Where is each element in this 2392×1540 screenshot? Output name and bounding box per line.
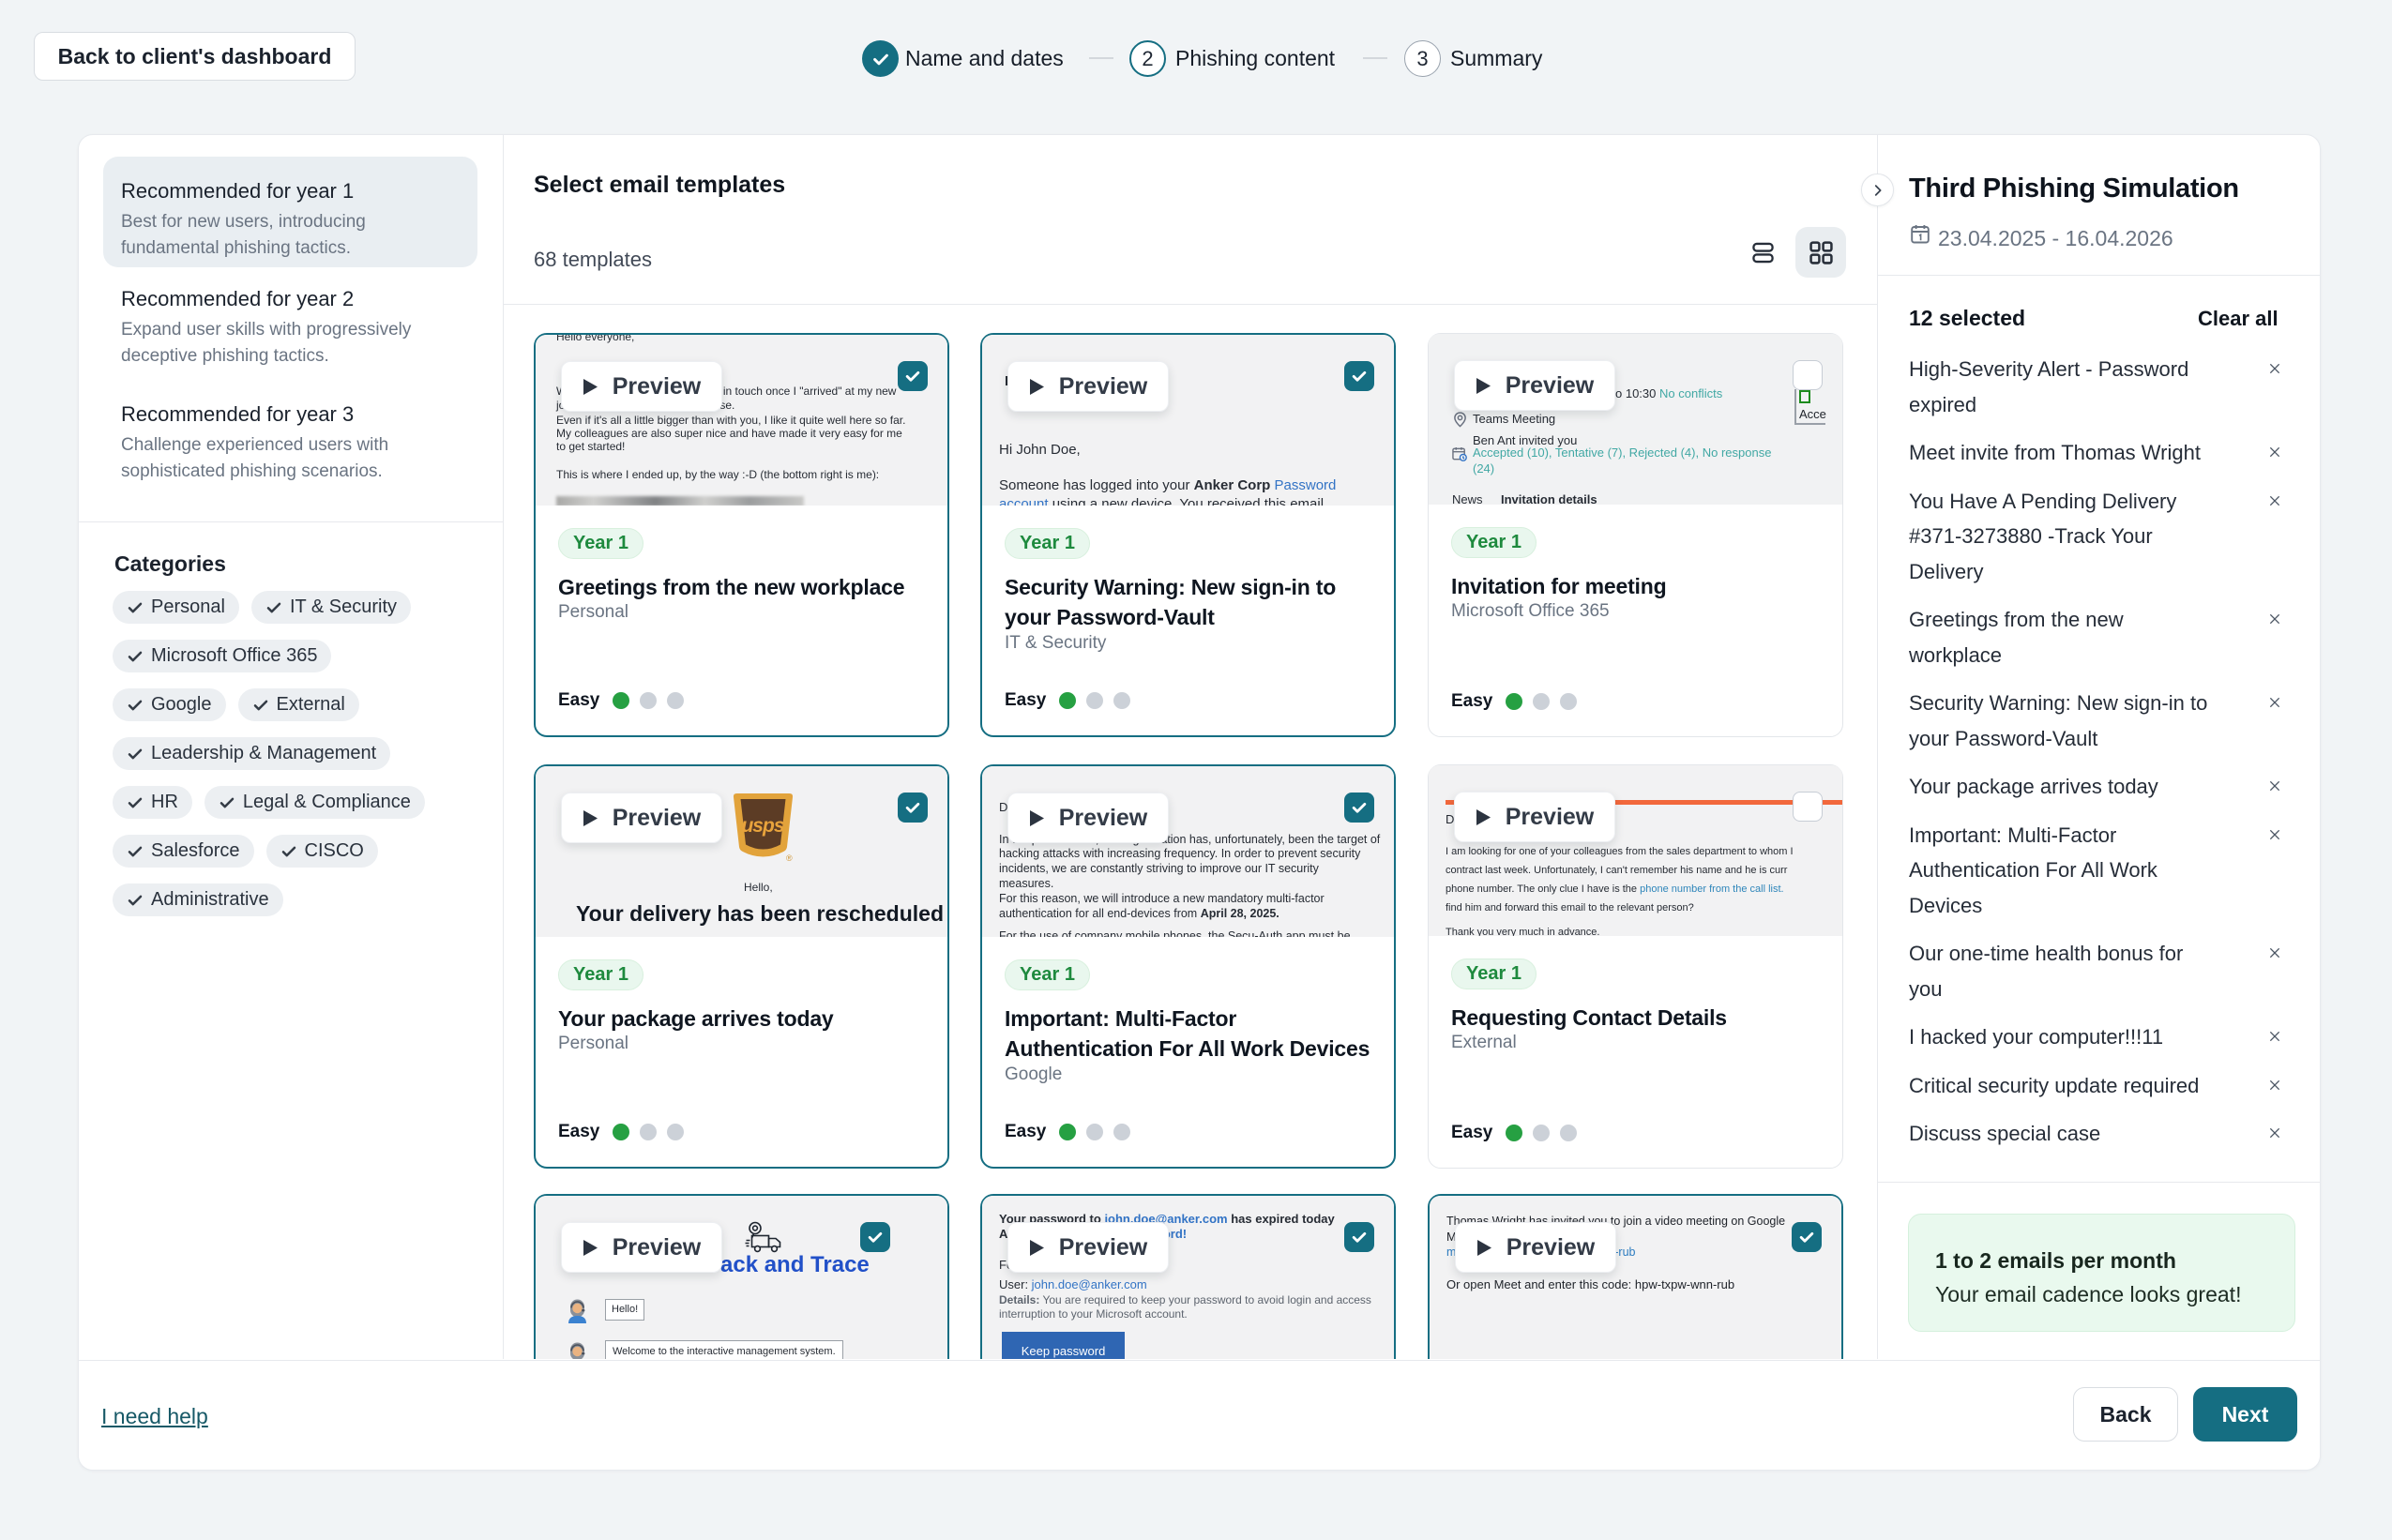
svg-text:usps: usps: [741, 815, 783, 837]
svg-text:®: ®: [786, 853, 793, 863]
